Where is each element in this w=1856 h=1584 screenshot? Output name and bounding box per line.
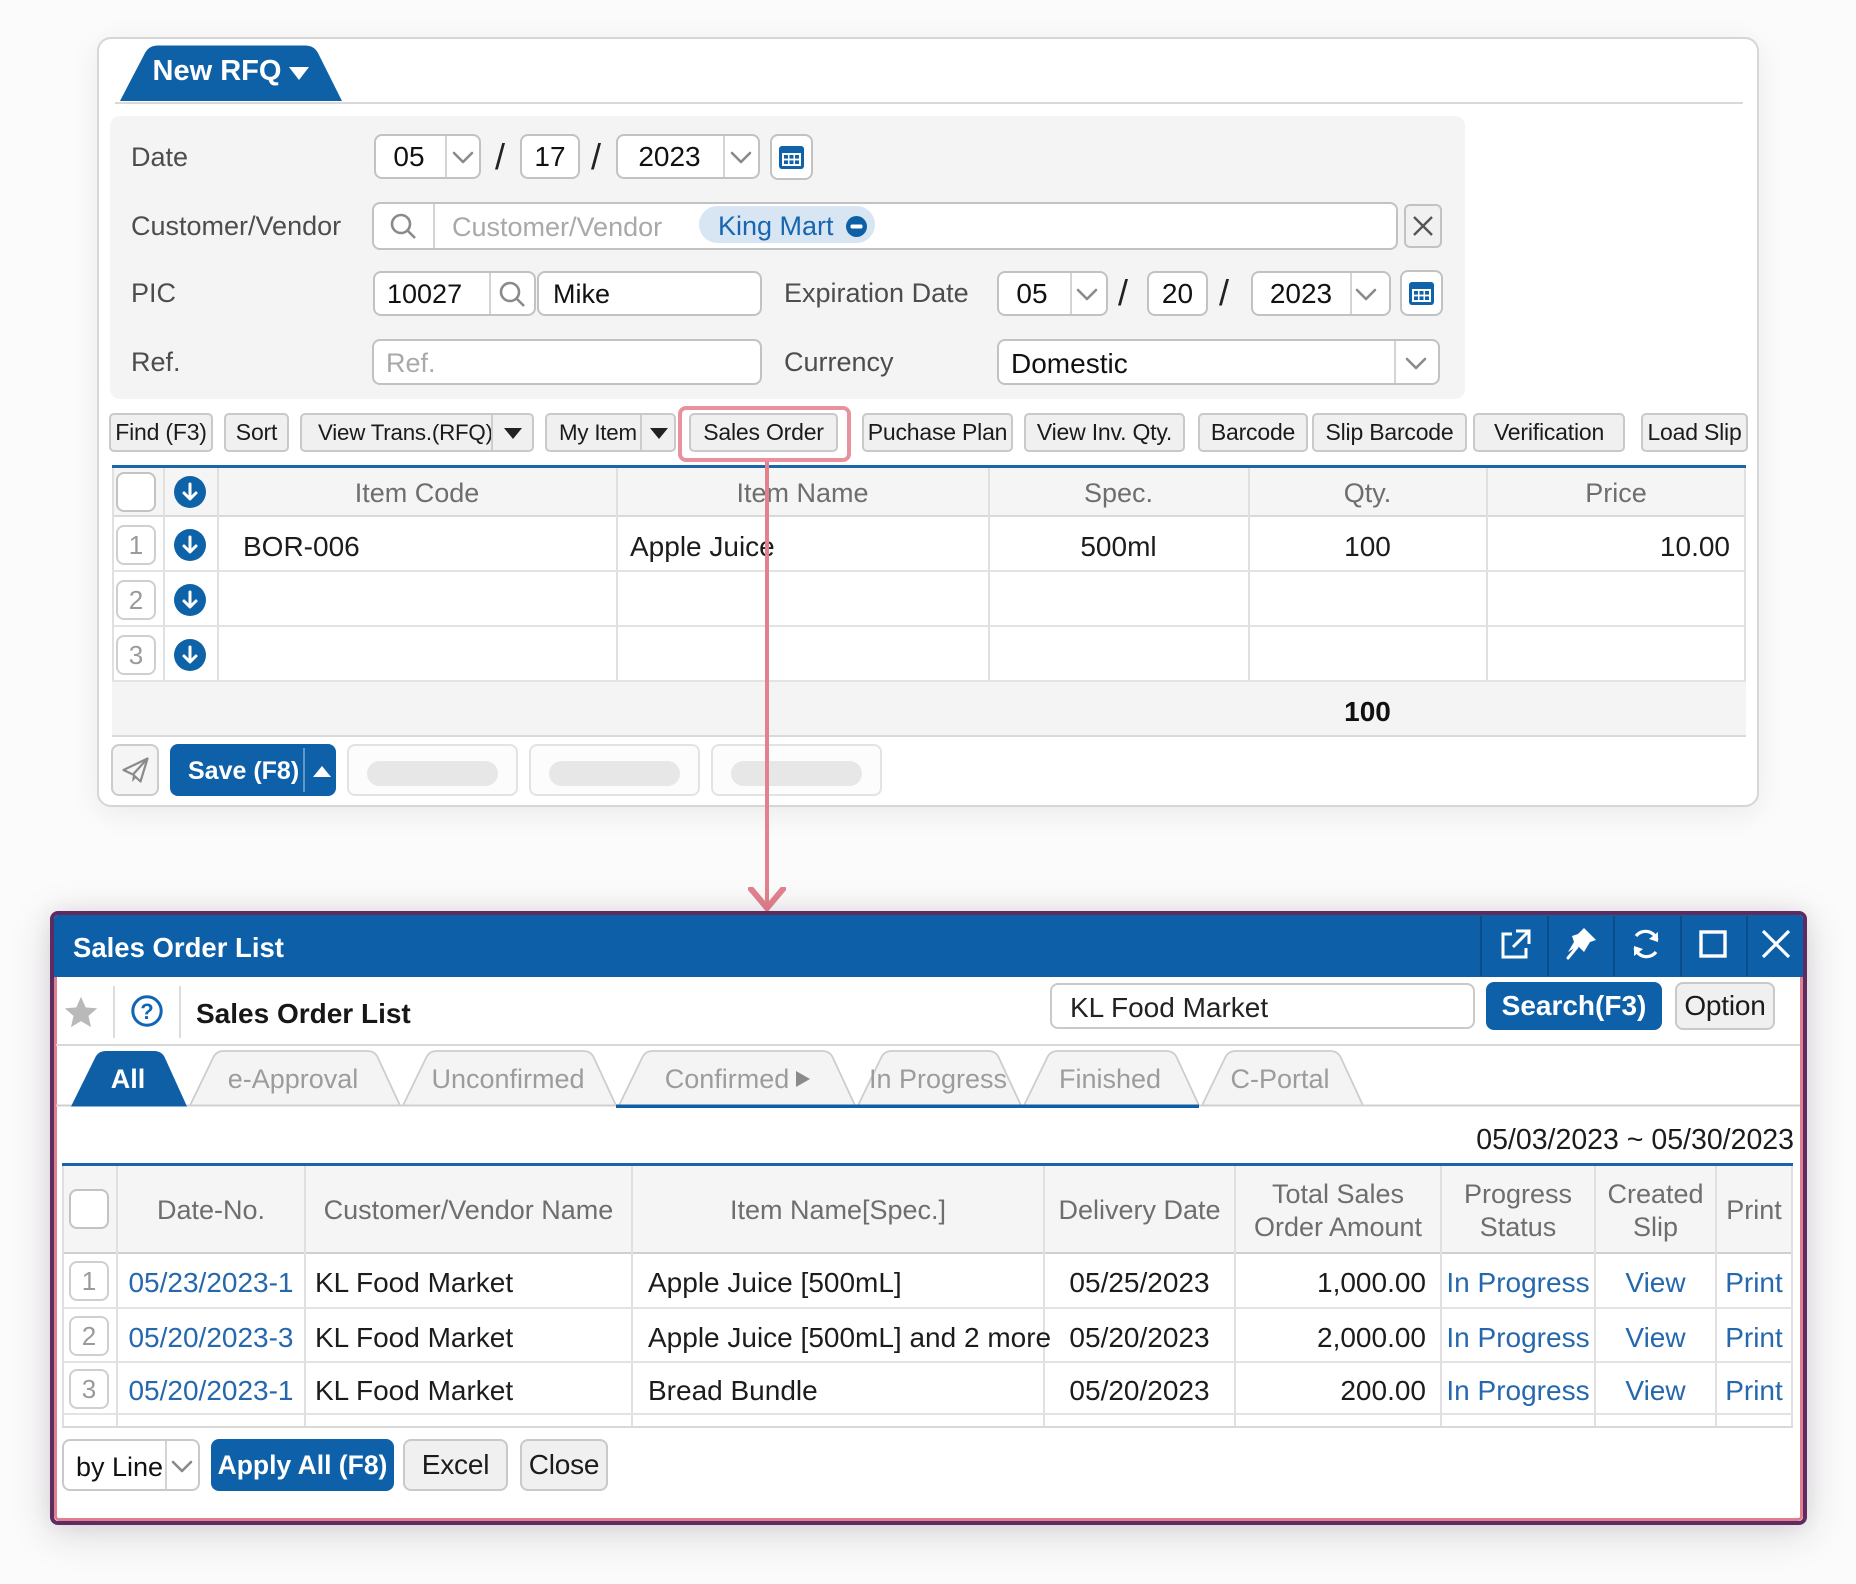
svg-text:C-Portal: C-Portal — [1230, 1064, 1329, 1094]
svg-text:Confirmed: Confirmed — [665, 1064, 790, 1094]
svg-text:In Progress: In Progress — [869, 1064, 1007, 1094]
svg-text:?: ? — [140, 999, 153, 1024]
svg-text:Unconfirmed: Unconfirmed — [431, 1064, 584, 1094]
svg-text:e-Approval: e-Approval — [228, 1064, 359, 1094]
svg-text:Finished: Finished — [1059, 1064, 1161, 1094]
svg-text:All: All — [111, 1064, 146, 1094]
